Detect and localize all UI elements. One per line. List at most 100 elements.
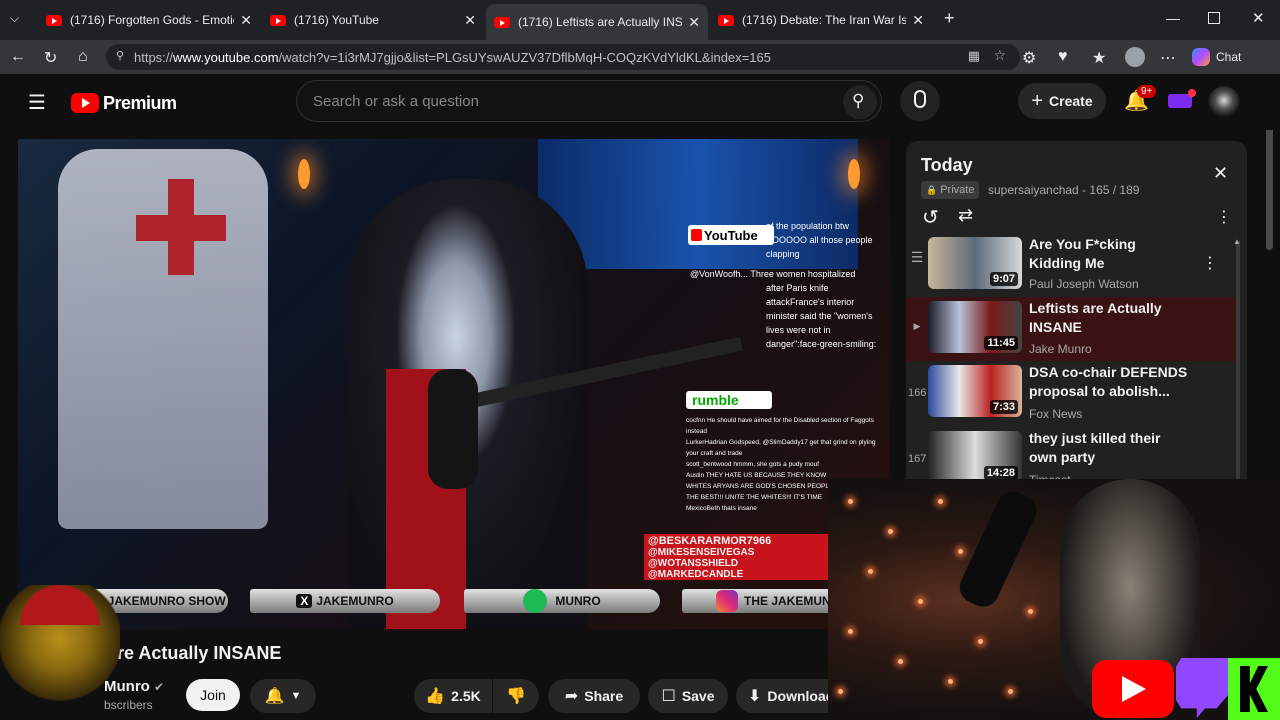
playlist-close-icon[interactable]: ✕: [1213, 163, 1228, 184]
robe-cross: [136, 215, 226, 241]
plus-icon: +: [1031, 89, 1044, 112]
playlist-item[interactable]: 167 14:28 they just killed their own par…: [906, 429, 1236, 481]
youtube-logo[interactable]: Premium: [71, 92, 177, 114]
youtube-favicon-icon: [718, 14, 734, 26]
search-input[interactable]: Search or ask a question ⚲: [296, 80, 882, 122]
playlist-title[interactable]: Today: [921, 155, 973, 176]
video-thumbnail[interactable]: 11:45: [928, 301, 1022, 353]
string-light: [948, 679, 953, 684]
supporter-handles: @BESKARARMOR7966 @MIKESENSEIVEGAS @WOTAN…: [644, 534, 834, 580]
restore-icon[interactable]: [1208, 12, 1220, 24]
item-title: Leftists are Actually INSANE: [1029, 300, 1162, 335]
chat-line: of the population btw: [766, 221, 850, 231]
copilot-chat-button[interactable]: Chat: [1192, 47, 1241, 67]
tab-list-chevron-icon[interactable]: ⌵: [10, 11, 19, 26]
chat-line: danger":face-green-smiling:: [766, 339, 877, 349]
youtube-header: ☰ Premium Search or ask a question ⚲ + C…: [0, 74, 1280, 130]
create-button[interactable]: + Create: [1018, 83, 1106, 119]
voice-search-button[interactable]: [900, 81, 940, 121]
video-thumbnail[interactable]: 7:33: [928, 365, 1022, 417]
more-options-icon[interactable]: ⋯: [1160, 48, 1176, 68]
site-info-icon[interactable]: ⚲: [116, 49, 124, 62]
close-icon[interactable]: ✕: [688, 14, 700, 31]
video-duration: 11:45: [984, 336, 1018, 350]
banner-blade: MUNRO: [464, 589, 660, 613]
minimize-icon[interactable]: —: [1166, 10, 1180, 26]
close-icon[interactable]: ✕: [464, 12, 476, 29]
drag-handle-icon[interactable]: ☰: [908, 249, 926, 266]
favorite-star-icon[interactable]: ☆: [993, 47, 1006, 64]
youtube-favicon-icon: [46, 14, 62, 26]
tab-youtube[interactable]: (1716) YouTube ✕: [262, 6, 484, 34]
playlist-menu-icon[interactable]: ⋮: [1216, 207, 1232, 227]
copilot-icon: [1192, 48, 1210, 66]
thumbs-up-icon: 👍: [425, 688, 446, 705]
youtube-favicon-icon: [270, 14, 286, 26]
string-light: [848, 629, 853, 634]
search-placeholder: Search or ask a question: [313, 92, 479, 110]
video-thumbnail[interactable]: 9:07: [928, 237, 1022, 289]
search-button[interactable]: ⚲: [843, 85, 877, 119]
account-avatar[interactable]: [1208, 86, 1240, 118]
reload-icon[interactable]: ↻: [44, 48, 57, 68]
playlist-scrollbar[interactable]: [1236, 241, 1240, 481]
handle: @MIKESENSEIVEGAS: [648, 547, 755, 558]
playlist-owner-position: supersaiyanchad - 165 / 189: [988, 183, 1140, 197]
string-light: [888, 529, 893, 534]
extensions-icon[interactable]: ⚙: [1022, 48, 1036, 68]
chat-line: BOOOOO all those people: [766, 235, 873, 245]
chat-line: @VonWoofh... Three women hospitalized: [690, 269, 856, 279]
browser-essentials-icon[interactable]: ♥: [1058, 48, 1068, 66]
share-label: Share: [584, 688, 624, 704]
profile-avatar[interactable]: [1125, 47, 1145, 67]
shuffle-icon[interactable]: ⇄: [958, 205, 973, 226]
youtube-favicon-icon: [494, 16, 510, 28]
join-button[interactable]: Join: [186, 679, 240, 711]
close-icon[interactable]: ✕: [240, 12, 252, 29]
url-field[interactable]: ⚲ https://www.youtube.com/watch?v=1i3rMJ…: [106, 44, 1020, 70]
playlist-item[interactable]: ☰ 9:07 Are You F*cking Kidding Me Paul J…: [906, 235, 1236, 299]
chevron-down-icon: ▼: [290, 690, 302, 702]
chat-line: attackFrance's interior: [766, 297, 855, 307]
video-title-end: re Actually INSANE: [117, 643, 282, 663]
microphone-icon: [914, 90, 926, 108]
youtube-play-logo-icon: [71, 93, 99, 113]
video-duration: 7:33: [989, 400, 1018, 414]
string-light: [938, 499, 943, 504]
loop-icon[interactable]: ↺: [922, 205, 939, 230]
kick-platform-icon: [1228, 658, 1280, 720]
share-button[interactable]: ➦ Share: [548, 679, 640, 713]
window-close-icon[interactable]: ✕: [1252, 9, 1265, 27]
tab-forgotten-gods[interactable]: (1716) Forgotten Gods - Emotiona ✕: [38, 6, 260, 34]
premium-badge-icon[interactable]: [1168, 89, 1196, 108]
new-tab-icon[interactable]: +: [944, 8, 955, 29]
chat-line: scott_bentwood hmmm, she gots a pudy mou…: [686, 461, 819, 468]
item-title: Are You F*cking Kidding Me: [1029, 236, 1136, 271]
video-thumbnail[interactable]: 14:28: [928, 431, 1022, 481]
item-menu-icon[interactable]: ⋮: [1202, 253, 1218, 273]
playlist-item[interactable]: 166 7:33 DSA co-chair DEFENDS proposal t…: [906, 363, 1236, 427]
dislike-button[interactable]: 👎: [493, 679, 539, 713]
notifications-button[interactable]: 🔔 9+: [1124, 85, 1157, 114]
browser-tab-bar: ⌵ (1716) Forgotten Gods - Emotiona ✕ (17…: [0, 0, 1280, 40]
install-app-icon[interactable]: ▦: [968, 48, 980, 64]
string-light: [958, 549, 963, 554]
playlist-item-current[interactable]: ▶ 11:45 Leftists are Actually INSANE Jak…: [906, 297, 1236, 361]
chat-line: lives were not in: [766, 325, 831, 335]
hamburger-menu-icon[interactable]: ☰: [28, 90, 46, 115]
close-icon[interactable]: ✕: [912, 12, 924, 29]
home-icon[interactable]: ⌂: [78, 48, 88, 66]
spotify-icon: [523, 589, 548, 613]
scroll-up-icon[interactable]: ▲: [1233, 237, 1241, 246]
item-channel: Paul Joseph Watson: [1029, 277, 1139, 291]
like-button[interactable]: 👍 2.5K: [414, 679, 492, 713]
save-label: Save: [681, 688, 715, 704]
favorites-icon[interactable]: ★: [1092, 48, 1106, 68]
tab-debate[interactable]: (1716) Debate: The Iran War Is Just ✕: [710, 6, 932, 34]
tab-leftists-active[interactable]: (1716) Leftists are Actually INSANE ✕: [486, 4, 708, 40]
back-arrow-icon[interactable]: ←: [10, 48, 26, 66]
save-button[interactable]: ☐ Save: [648, 679, 728, 713]
banner-text: JAKEMUNRO: [316, 594, 394, 608]
subscribe-notifications-button[interactable]: 🔔 ▼: [250, 679, 316, 713]
video-player[interactable]: YouTube of the population btw BOOOOO all…: [18, 139, 890, 629]
